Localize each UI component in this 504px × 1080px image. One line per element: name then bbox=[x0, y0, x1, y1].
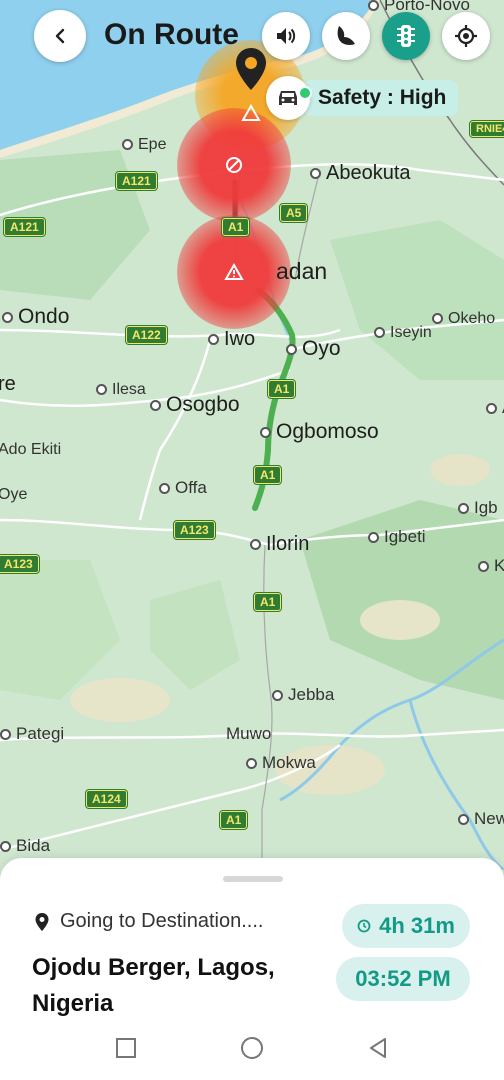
place-jebba: Jebba bbox=[272, 685, 334, 705]
road-shield: A121 bbox=[115, 171, 158, 191]
road-shield: A122 bbox=[125, 325, 168, 345]
road-shield: A1 bbox=[266, 379, 297, 399]
warning-icon bbox=[224, 263, 244, 280]
map-pin-icon bbox=[35, 912, 49, 931]
locate-button[interactable] bbox=[442, 12, 490, 60]
system-back-button[interactable] bbox=[364, 1034, 392, 1062]
eta-value: 03:52 PM bbox=[355, 966, 451, 991]
circle-icon bbox=[241, 1037, 263, 1059]
place-pategi: Pategi bbox=[0, 724, 64, 744]
locate-icon bbox=[455, 25, 477, 47]
place-abeokuta: Abeokuta bbox=[310, 162, 411, 185]
trip-status: Going to Destination.... bbox=[34, 910, 263, 933]
place-muwo: Muwo bbox=[226, 724, 272, 743]
sound-button[interactable] bbox=[262, 12, 310, 60]
home-button[interactable] bbox=[238, 1034, 266, 1062]
destination-name: Ojodu Berger, Lagos, Nigeria bbox=[32, 954, 275, 1017]
chevron-left-icon bbox=[55, 28, 65, 44]
top-bar: On Route bbox=[0, 10, 504, 62]
road-shield: A1 bbox=[252, 592, 283, 612]
place-offa: Offa bbox=[159, 478, 207, 498]
road-shield: A121 bbox=[3, 217, 46, 237]
place-osogbo: Osogbo bbox=[150, 393, 240, 417]
place-ibadan: adan bbox=[276, 258, 328, 284]
place-k: K bbox=[478, 556, 504, 576]
place-bida: Bida bbox=[0, 836, 50, 856]
car-icon bbox=[279, 91, 297, 105]
no-entry-icon bbox=[226, 157, 242, 173]
place-ado-ekiti: Ado Ekiti bbox=[0, 441, 62, 458]
bottom-sheet: Going to Destination.... Ojodu Berger, L… bbox=[0, 858, 504, 1018]
system-nav-bar bbox=[0, 1018, 504, 1080]
place-okeho: Okeho bbox=[432, 310, 495, 328]
drag-handle[interactable] bbox=[223, 876, 283, 882]
recent-apps-button[interactable] bbox=[112, 1034, 140, 1062]
alert-no-entry-red[interactable] bbox=[177, 108, 291, 222]
night-mode-button[interactable] bbox=[322, 12, 370, 60]
vehicle-badge bbox=[266, 76, 312, 120]
square-icon bbox=[116, 1038, 136, 1058]
place-iseyin: Iseyin bbox=[374, 324, 432, 342]
place-a: A bbox=[486, 398, 504, 418]
road-shield: A1 bbox=[252, 465, 283, 485]
duration-value: 4h 31m bbox=[379, 913, 455, 938]
duration-chip: 4h 31m bbox=[342, 904, 470, 948]
map-view[interactable]: Porto-Novo Epe Abeokuta adan Ondo Iwo Oy… bbox=[0, 0, 504, 870]
place-ilorin: Ilorin bbox=[250, 533, 309, 556]
traffic-light-icon bbox=[397, 25, 415, 47]
place-oyo: Oyo bbox=[286, 337, 341, 361]
road-shield: A124 bbox=[85, 789, 128, 809]
road-shield: A1 bbox=[218, 810, 249, 830]
clock-icon bbox=[357, 919, 371, 933]
place-mokwa: Mokwa bbox=[246, 753, 316, 773]
place-ondo: Ondo bbox=[2, 305, 69, 329]
place-igb: Igb bbox=[458, 498, 498, 518]
place-ilesa: Ilesa bbox=[96, 381, 146, 399]
trip-status-text: Going to Destination.... bbox=[60, 910, 264, 932]
warning-icon-small bbox=[241, 104, 261, 121]
safety-label: Safety : High bbox=[304, 80, 459, 116]
road-shield: A5 bbox=[278, 203, 309, 223]
page-title: On Route bbox=[104, 18, 239, 51]
road-shield: A123 bbox=[173, 520, 216, 540]
place-oye: Oye bbox=[0, 486, 28, 503]
road-shield: RNIE4 bbox=[468, 120, 504, 138]
eta-chip: 03:52 PM bbox=[336, 957, 470, 1001]
place-epe: Epe bbox=[122, 136, 166, 154]
sound-icon bbox=[277, 28, 296, 44]
place-re: re bbox=[0, 373, 16, 395]
place-ogbomoso: Ogbomoso bbox=[260, 420, 379, 444]
road-shield: A1 bbox=[220, 217, 251, 237]
night-mode-icon bbox=[337, 26, 355, 45]
status-dot bbox=[298, 86, 312, 100]
safety-indicator: Safety : High bbox=[266, 76, 459, 120]
road-shield: A123 bbox=[0, 554, 40, 574]
triangle-back-icon bbox=[370, 1038, 386, 1058]
back-button[interactable] bbox=[34, 10, 86, 62]
traffic-button[interactable] bbox=[382, 12, 430, 60]
place-igbeti: Igbeti bbox=[368, 527, 426, 547]
place-iwo: Iwo bbox=[208, 328, 255, 351]
place-new: New bbox=[458, 809, 504, 829]
